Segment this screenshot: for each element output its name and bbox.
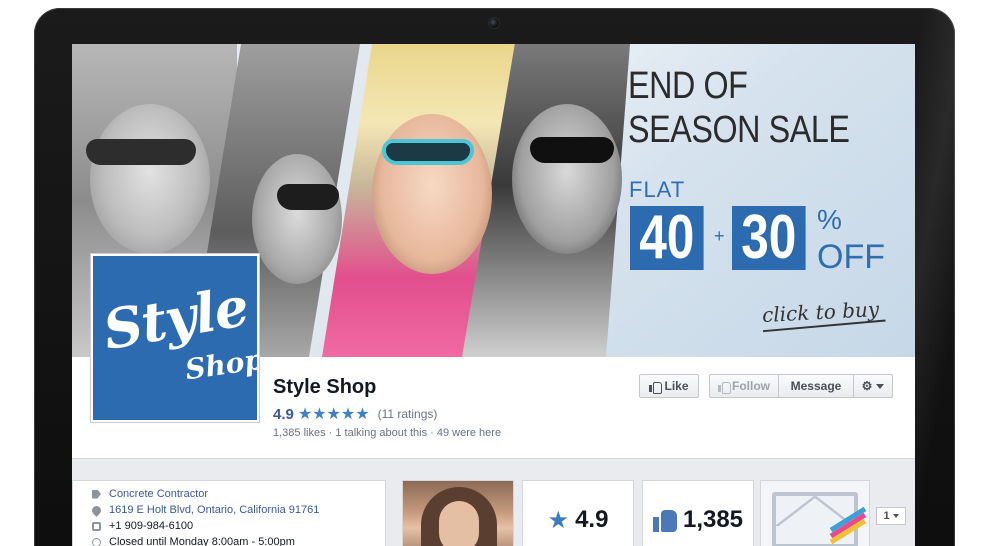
camera-icon	[488, 17, 500, 29]
style-shop-logo: Style Shop	[93, 256, 257, 420]
photos-tile[interactable]	[402, 480, 514, 546]
star-rating-icon: ★★★★★	[297, 406, 370, 423]
plus-sign: +	[714, 226, 725, 246]
thumbs-up-icon	[652, 508, 677, 532]
model-face	[512, 104, 622, 254]
reviews-tile[interactable]: ★ 4.9	[522, 480, 634, 546]
phone-number: +1 909-984-6100	[109, 520, 194, 532]
profile-picture[interactable]: Style Shop	[90, 253, 260, 423]
pager-value: 1	[883, 510, 890, 522]
about-address: 1619 E Holt Blvd, Ontario, California 91…	[90, 503, 319, 517]
page-stats: 1,385 likes · 1 talking about this · 49 …	[273, 427, 502, 439]
settings-dropdown-button[interactable]: ⚙	[853, 374, 893, 398]
map-pin-icon	[90, 503, 103, 517]
likes-tile-value: 1,385	[682, 506, 744, 533]
rating-summary: 4.9 ★★★★★ (11 ratings)	[273, 404, 437, 424]
follow-button-label: Follow	[732, 379, 770, 393]
sunglasses	[530, 137, 614, 163]
sunglasses	[277, 184, 339, 210]
category-link[interactable]: Concrete Contractor	[109, 488, 208, 500]
envelope-icon	[772, 492, 867, 546]
model-face	[252, 154, 342, 284]
sale-headline: END OF SEASON SALE	[628, 64, 866, 152]
like-button-label: Like	[664, 379, 689, 393]
rating-value: 4.9	[273, 405, 294, 423]
about-hours: Closed until Monday 8:00am - 5:00pm	[92, 536, 295, 546]
follow-button[interactable]: Follow	[709, 374, 778, 398]
follow-icon	[718, 381, 731, 394]
message-button[interactable]: Message	[778, 374, 854, 398]
chevron-down-icon	[876, 383, 885, 389]
ratings-count-link[interactable]: (11 ratings)	[378, 407, 438, 421]
gear-icon: ⚙	[861, 379, 873, 393]
like-button[interactable]: Like	[639, 374, 699, 398]
reviews-tile-value: 4.9	[575, 506, 609, 533]
star-icon: ★	[547, 506, 570, 534]
tag-icon	[92, 489, 101, 499]
model-face	[372, 114, 492, 274]
model-photo-face	[439, 501, 479, 546]
sale-headline-line2: SEASON SALE	[628, 109, 850, 151]
address-link[interactable]: 1619 E Holt Blvd, Ontario, California 91…	[109, 504, 319, 516]
chevron-down-icon	[892, 514, 899, 518]
clock-icon	[92, 537, 101, 546]
facebook-page-screen: END OF SEASON SALE FLAT 40 + 30 % OFF cl…	[72, 44, 915, 546]
newsletter-tile[interactable]	[760, 480, 870, 546]
opening-hours: Closed until Monday 8:00am - 5:00pm	[109, 536, 295, 546]
click-to-buy-link[interactable]: click to buy	[761, 297, 879, 327]
likes-tile[interactable]: 1,385	[642, 480, 754, 546]
thumbs-up-icon	[649, 381, 663, 394]
percent-sign: %	[817, 204, 842, 235]
phone-icon	[92, 521, 101, 531]
about-phone: +1 909-984-6100	[92, 520, 193, 532]
sale-headline-line1: END OF	[628, 65, 748, 107]
about-category: Concrete Contractor	[92, 488, 208, 500]
flat-label: FLAT	[629, 177, 686, 202]
sunglasses	[382, 139, 474, 165]
discount-first: 40	[630, 206, 704, 270]
message-button-label: Message	[790, 379, 842, 393]
page-title[interactable]: Style Shop	[273, 376, 376, 399]
logo-text-shop: Shop	[183, 342, 257, 387]
discount-second: 30	[732, 206, 806, 270]
model-face	[90, 104, 210, 254]
off-label: OFF	[817, 238, 885, 276]
sunglasses	[86, 139, 196, 165]
apps-pager-dropdown[interactable]: 1	[876, 507, 906, 525]
